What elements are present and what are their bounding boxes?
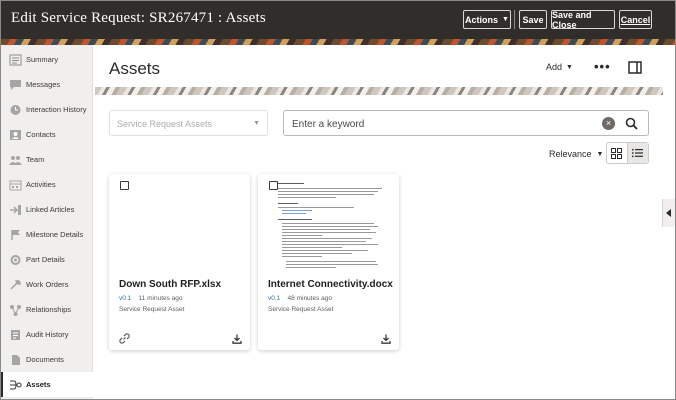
sidebar-item-label: Documents <box>26 355 64 364</box>
chevron-down-icon: ▼ <box>502 16 509 23</box>
asset-name[interactable]: Down South RFP.xlsx <box>119 279 221 290</box>
view-toggle <box>606 142 649 164</box>
messages-icon <box>8 79 22 91</box>
list-view-button[interactable] <box>627 143 648 163</box>
sidebar-item-linked-articles[interactable]: Linked Articles <box>1 197 93 222</box>
page-header: Edit Service Request: SR267471 : Assets … <box>1 1 675 39</box>
interaction-history-icon <box>8 104 22 116</box>
download-icon[interactable] <box>381 331 391 344</box>
side-panel-tab[interactable] <box>662 199 675 227</box>
sidebar-item-label: Interaction History <box>26 105 87 114</box>
clear-icon[interactable]: × <box>602 117 615 130</box>
linked-articles-icon <box>8 204 22 216</box>
sidebar-item-relationships[interactable]: Relationships <box>1 297 93 322</box>
asset-version[interactable]: v0.1 <box>119 295 131 302</box>
content-banner <box>95 87 663 95</box>
select-checkbox[interactable] <box>269 181 278 190</box>
sidebar-item-label: Assets <box>26 380 51 389</box>
service-request-window: Edit Service Request: SR267471 : Assets … <box>0 0 676 400</box>
sidebar-item-milestone-details[interactable]: Milestone Details <box>1 222 93 247</box>
sidebar-item-documents[interactable]: Documents <box>1 347 93 372</box>
asset-type: Service Request Asset <box>268 306 334 313</box>
panel-toggle-icon[interactable] <box>628 61 642 74</box>
sidebar-item-summary[interactable]: Summary <box>1 47 93 72</box>
add-button-label: Add <box>546 62 563 72</box>
add-button[interactable]: Add ▼ <box>546 62 573 72</box>
documents-icon <box>8 354 22 366</box>
actions-button-label: Actions <box>465 14 499 25</box>
sidebar-item-label: Milestone Details <box>26 230 84 239</box>
more-actions-button[interactable]: ••• <box>594 59 611 74</box>
header-banner <box>1 39 675 45</box>
header-divider <box>514 10 515 29</box>
sidebar-item-label: Team <box>26 155 45 164</box>
team-icon <box>8 154 22 166</box>
sidebar-item-contacts[interactable]: Contacts <box>1 122 93 147</box>
save-and-close-button[interactable]: Save and Close <box>551 10 615 30</box>
sidebar-item-interaction-history[interactable]: Interaction History <box>1 97 93 122</box>
grid-view-button[interactable] <box>607 143 628 163</box>
chevron-down-icon: ▼ <box>596 150 604 158</box>
work-orders-icon <box>8 279 22 291</box>
asset-type-select[interactable]: Service Request Assets ▼ <box>109 110 268 136</box>
document-thumbnail <box>268 179 388 274</box>
sort-select[interactable]: Relevance ▼ <box>549 149 603 159</box>
sidebar-item-label: Activities <box>26 180 56 189</box>
sidebar-item-label: Messages <box>26 80 61 89</box>
chevron-down-icon: ▼ <box>253 120 260 127</box>
sidebar-item-label: Work Orders <box>26 280 69 289</box>
save-button[interactable]: Save <box>519 10 547 29</box>
search-input[interactable] <box>292 117 592 131</box>
asset-meta: v0.1 11 minutes ago <box>119 295 183 302</box>
list-icon <box>632 149 644 158</box>
download-icon[interactable] <box>232 331 242 344</box>
sidebar-item-assets[interactable]: Assets <box>1 372 93 397</box>
summary-icon <box>8 54 22 66</box>
sidebar-item-team[interactable]: Team <box>1 147 93 172</box>
link-icon[interactable] <box>119 331 130 344</box>
cancel-button[interactable]: Cancel <box>619 10 652 29</box>
sidebar-item-activities[interactable]: Activities <box>1 172 93 197</box>
contacts-icon <box>8 129 22 141</box>
select-checkbox[interactable] <box>120 181 129 190</box>
sidebar-item-label: Audit History <box>26 330 69 339</box>
part-details-icon <box>8 254 22 266</box>
cancel-button-label: Cancel <box>620 14 651 25</box>
page-title: Assets <box>109 59 161 78</box>
sort-select-label: Relevance <box>549 149 592 159</box>
page-header-title: Edit Service Request: SR267471 : Assets <box>11 10 266 26</box>
sidebar-item-messages[interactable]: Messages <box>1 72 93 97</box>
asset-type: Service Request Asset <box>119 306 185 313</box>
milestone-icon <box>8 229 22 241</box>
chevron-down-icon: ▼ <box>566 63 573 71</box>
asset-type-select-placeholder: Service Request Assets <box>117 119 213 129</box>
asset-meta: v0.1 48 minutes ago <box>268 295 332 302</box>
chevron-left-icon <box>666 209 671 217</box>
asset-version[interactable]: v0.1 <box>268 295 280 302</box>
asset-timestamp: 48 minutes ago <box>287 295 332 302</box>
asset-timestamp: 11 minutes ago <box>138 295 183 302</box>
sidebar-item-label: Contacts <box>26 130 56 139</box>
activities-icon <box>8 179 22 191</box>
audit-history-icon <box>8 329 22 341</box>
relationships-icon <box>8 304 22 316</box>
sidebar-item-part-details[interactable]: Part Details <box>1 247 93 272</box>
assets-icon <box>8 379 22 391</box>
actions-button[interactable]: Actions ▼ <box>463 10 511 29</box>
search-icon[interactable] <box>625 117 638 130</box>
grid-icon <box>611 147 623 159</box>
keyword-search: × <box>283 110 649 136</box>
asset-name[interactable]: Internet Connectivity.docx <box>268 279 393 290</box>
sidebar-item-label: Part Details <box>26 255 65 264</box>
sidebar-item-label: Relationships <box>26 305 72 314</box>
sidebar-item-label: Linked Articles <box>26 205 75 214</box>
sidebar: Summary Messages Interaction History Con… <box>1 45 93 399</box>
sidebar-item-label: Summary <box>26 55 59 64</box>
asset-card[interactable]: Internet Connectivity.docx v0.1 48 minut… <box>258 174 399 350</box>
sidebar-item-work-orders[interactable]: Work Orders <box>1 272 93 297</box>
sidebar-item-audit-history[interactable]: Audit History <box>1 322 93 347</box>
asset-card[interactable]: Down South RFP.xlsx v0.1 11 minutes ago … <box>109 174 250 350</box>
